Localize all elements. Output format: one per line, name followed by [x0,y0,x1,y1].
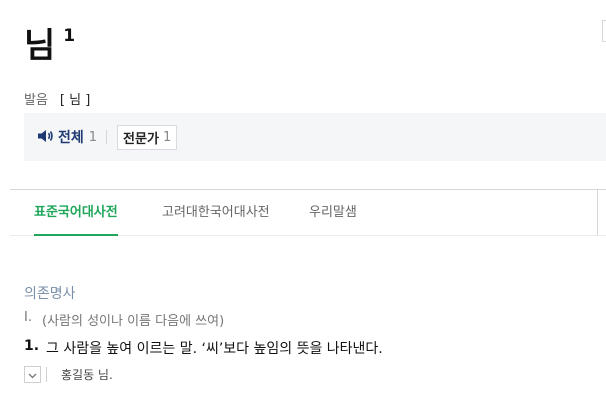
example-row: 홍길동 님. [24,366,113,383]
expert-audio-chip[interactable]: 전문가 1 [117,124,178,150]
expert-audio-label: 전문가 [123,131,159,147]
homonym-number: 1 [63,26,76,46]
all-audio-label: 전체 [58,130,84,146]
side-panel-edge [602,20,606,42]
example-expand-toggle[interactable] [24,366,41,383]
expert-audio-count: 1 [162,129,172,145]
part-of-speech: 의존명사 [24,286,76,302]
pronunciation-value: [ 님 ] [59,93,91,108]
entry-headword: 님 1 [24,24,75,68]
speaker-all-button[interactable]: 전체 1 [37,127,97,147]
tab-korea-university-dictionary[interactable]: 고려대한국어대사전 [162,190,270,235]
all-audio-count: 1 [88,129,98,145]
definition-number: 1. [24,338,40,354]
dictionary-tabs: 표준국어대사전 고려대한국어대사전 우리말샘 [10,189,606,236]
sense-group-header: Ⅰ. (사람의 성이나 이름 다음에 쓰여) [24,310,224,329]
roman-numeral: Ⅰ. [24,310,32,325]
tab-urimalsaem[interactable]: 우리말샘 [309,190,357,235]
tabs-right-edge [597,190,606,235]
usage-note: (사람의 성이나 이름 다음에 쓰여) [42,314,225,329]
pronunciation-row: 발음 [ 님 ] [24,89,90,108]
example-divider [46,367,47,382]
headword-text: 님 [24,26,56,66]
audio-divider [106,130,108,144]
audio-bar: 전체 1 전문가 1 [24,113,606,161]
pronunciation-label: 발음 [24,93,48,108]
chevron-down-icon [28,368,37,382]
definition-text: 그 사람을 높여 이르는 말. ‘씨’보다 높임의 뜻을 나타낸다. [46,341,383,357]
definition-row: 1. 그 사람을 높여 이르는 말. ‘씨’보다 높임의 뜻을 나타낸다. [24,338,383,358]
speaker-icon [37,128,54,147]
tab-standard-dictionary[interactable]: 표준국어대사전 [34,190,118,236]
example-text: 홍길동 님. [61,368,113,382]
